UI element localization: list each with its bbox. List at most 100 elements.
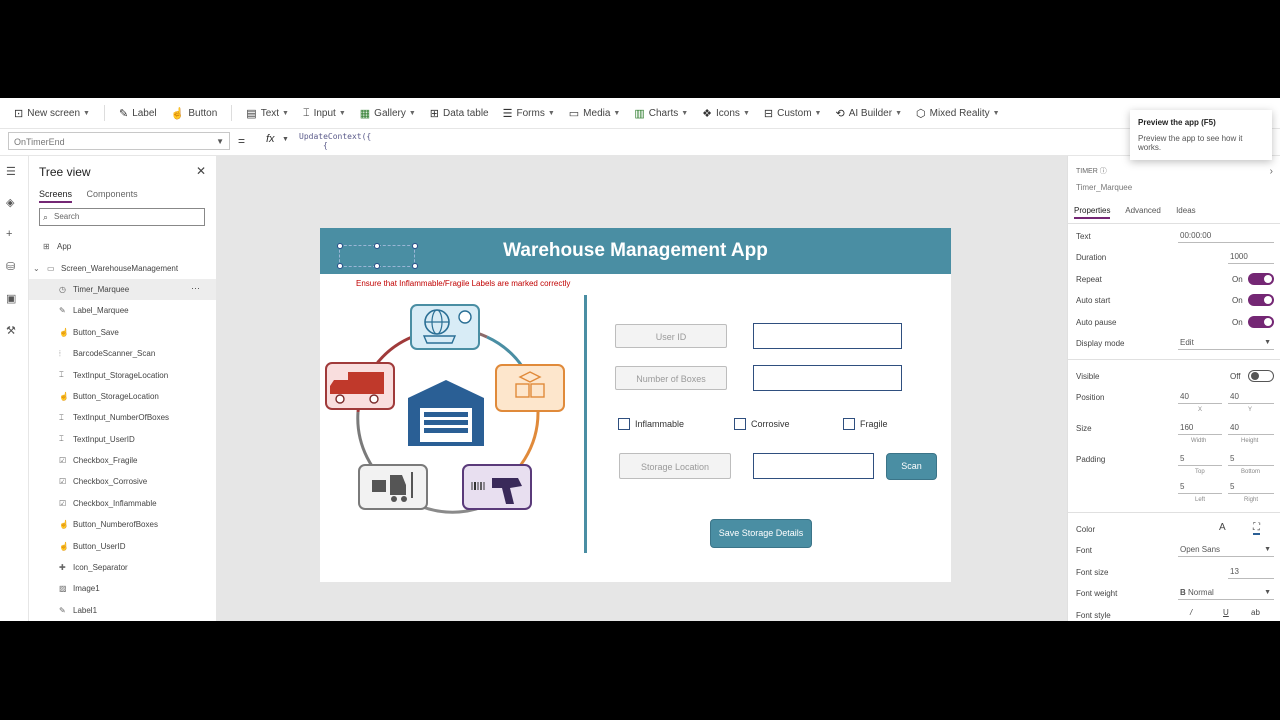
help-icon[interactable]: ⓘ: [1100, 168, 1107, 175]
scan-button[interactable]: Scan: [886, 453, 937, 480]
padding-right-input[interactable]: 5: [1228, 480, 1274, 494]
text-property-input[interactable]: 00:00:00: [1178, 229, 1274, 243]
timer-marquee-selection[interactable]: [337, 243, 418, 269]
text-menu[interactable]: ▤ Text ▼: [246, 107, 289, 120]
checkbox-box[interactable]: [843, 418, 855, 430]
resize-handle[interactable]: [412, 243, 418, 249]
tree-item[interactable]: ☝ Button_UserID: [29, 535, 216, 556]
visible-toggle[interactable]: [1248, 370, 1274, 382]
resize-handle[interactable]: [337, 243, 343, 249]
auto-start-toggle[interactable]: [1248, 294, 1274, 306]
tree-item[interactable]: ✎ Label1: [29, 600, 216, 621]
tree-item-screen[interactable]: ⌄ ▭ Screen_WarehouseManagement: [29, 257, 216, 278]
duration-property-label: Duration: [1076, 253, 1107, 262]
number-of-boxes-button[interactable]: Number of Boxes: [615, 366, 727, 390]
display-mode-dropdown[interactable]: Edit ▼: [1178, 336, 1274, 350]
mixed-reality-menu[interactable]: ⬡ Mixed Reality ▼: [916, 107, 1000, 120]
ai-builder-menu[interactable]: ⟲ AI Builder ▼: [835, 107, 902, 120]
save-storage-details-button[interactable]: Save Storage Details: [710, 519, 812, 548]
position-y-input[interactable]: 40: [1228, 390, 1274, 404]
position-x-input[interactable]: 40: [1178, 390, 1222, 404]
underline-icon[interactable]: U: [1223, 608, 1229, 617]
divider: [1068, 359, 1280, 360]
strikethrough-icon[interactable]: ab: [1251, 608, 1260, 617]
duration-input[interactable]: 1000: [1228, 250, 1274, 264]
fill-color-icon[interactable]: ⛶: [1253, 522, 1260, 535]
app-screen[interactable]: Warehouse Management App Ensure that Inf…: [320, 228, 951, 582]
checkbox-box[interactable]: [734, 418, 746, 430]
resize-handle[interactable]: [337, 263, 343, 269]
position-property-label: Position: [1076, 393, 1105, 402]
tree-item[interactable]: ⌶ TextInput_UserID: [29, 429, 216, 450]
auto-pause-toggle[interactable]: [1248, 316, 1274, 328]
tree-item[interactable]: ☑ Checkbox_Corrosive: [29, 471, 216, 492]
hamburger-icon[interactable]: ☰: [6, 165, 16, 178]
font-weight-dropdown[interactable]: B Normal ▼: [1178, 586, 1274, 600]
checkbox-box[interactable]: [618, 418, 630, 430]
tree-item[interactable]: ⦙ BarcodeScanner_Scan: [29, 343, 216, 364]
font-color-icon[interactable]: A: [1219, 522, 1226, 533]
fx-icon[interactable]: fx: [266, 133, 275, 145]
checkbox-inflammable[interactable]: Inflammable: [618, 418, 684, 430]
height-input[interactable]: 40: [1228, 421, 1274, 435]
tab-ideas[interactable]: Ideas: [1176, 206, 1196, 215]
property-dropdown[interactable]: OnTimerEnd ▼: [8, 132, 230, 150]
padding-left-input[interactable]: 5: [1178, 480, 1222, 494]
font-size-input[interactable]: 13: [1228, 565, 1274, 579]
tab-properties[interactable]: Properties: [1074, 206, 1111, 219]
tab-screens[interactable]: Screens: [39, 189, 73, 203]
number-of-boxes-input[interactable]: [753, 365, 902, 391]
media-menu[interactable]: ▭ Media ▼: [569, 107, 621, 120]
storage-location-button[interactable]: Storage Location: [619, 453, 731, 479]
label-button[interactable]: ✎ Label: [119, 107, 157, 120]
warehouse-illustration[interactable]: [320, 300, 570, 515]
padding-top-input[interactable]: 5: [1178, 452, 1222, 466]
tab-components[interactable]: Components: [87, 189, 138, 199]
data-icon[interactable]: ⛁: [6, 260, 15, 273]
resize-handle[interactable]: [374, 263, 380, 269]
user-id-button[interactable]: User ID: [615, 324, 727, 348]
tree-item[interactable]: ⌶ TextInput_StorageLocation: [29, 364, 216, 385]
formula-input[interactable]: UpdateContext({ {: [299, 132, 371, 150]
storage-location-input[interactable]: [753, 453, 874, 479]
icons-menu[interactable]: ❖ Icons ▼: [702, 107, 750, 120]
width-input[interactable]: 160: [1178, 421, 1222, 435]
repeat-toggle[interactable]: [1248, 273, 1274, 285]
layers-icon[interactable]: ◈: [6, 196, 14, 209]
tree-item[interactable]: ✎ Label_Marquee: [29, 300, 216, 321]
forms-menu[interactable]: ☰ Forms ▼: [503, 107, 555, 120]
media-icon[interactable]: ▣: [6, 292, 16, 305]
chevron-right-icon[interactable]: ›: [1270, 166, 1273, 177]
tree-item-app[interactable]: ⊞ App: [29, 236, 216, 257]
input-menu[interactable]: ⌶ Input ▼: [303, 107, 346, 120]
button-button[interactable]: ☝ Button: [171, 107, 218, 120]
resize-handle[interactable]: [412, 263, 418, 269]
user-id-input[interactable]: [753, 323, 902, 349]
charts-menu[interactable]: ▥ Charts ▼: [634, 107, 688, 120]
more-options-icon[interactable]: ···: [191, 283, 200, 293]
new-screen-button[interactable]: ⊡ New screen ▼: [14, 107, 90, 120]
italic-icon[interactable]: /: [1190, 608, 1192, 617]
padding-bottom-input[interactable]: 5: [1228, 452, 1274, 466]
tree-item[interactable]: ▨ Image1: [29, 578, 216, 599]
tools-icon[interactable]: ⚒: [6, 324, 16, 337]
custom-menu[interactable]: ⊟ Custom ▼: [764, 107, 822, 120]
font-dropdown[interactable]: Open Sans ▼: [1178, 543, 1274, 557]
gallery-menu[interactable]: ▦ Gallery ▼: [360, 107, 416, 120]
tree-item[interactable]: ✚ Icon_Separator: [29, 557, 216, 578]
tree-item[interactable]: ☝ Button_StorageLocation: [29, 386, 216, 407]
data-table-button[interactable]: ⊞ Data table: [430, 107, 489, 120]
resize-handle[interactable]: [374, 243, 380, 249]
close-icon[interactable]: ✕: [196, 164, 206, 178]
tree-item[interactable]: ☑ Checkbox_Inflammable: [29, 493, 216, 514]
plus-icon[interactable]: +: [6, 228, 12, 240]
tree-item[interactable]: ◷ Timer_Marquee ···: [29, 278, 216, 301]
tree-item[interactable]: ⌶ TextInput_NumberOfBoxes: [29, 407, 216, 428]
checkbox-fragile[interactable]: Fragile: [843, 418, 888, 430]
tree-item[interactable]: ☑ Checkbox_Fragile: [29, 450, 216, 471]
tree-item[interactable]: ☝ Button_Save: [29, 322, 216, 343]
tree-item[interactable]: ☝ Button_NumberofBoxes: [29, 514, 216, 535]
checkbox-corrosive[interactable]: Corrosive: [734, 418, 790, 430]
tab-advanced[interactable]: Advanced: [1125, 206, 1161, 215]
search-input[interactable]: ⌕ Search: [39, 208, 205, 226]
